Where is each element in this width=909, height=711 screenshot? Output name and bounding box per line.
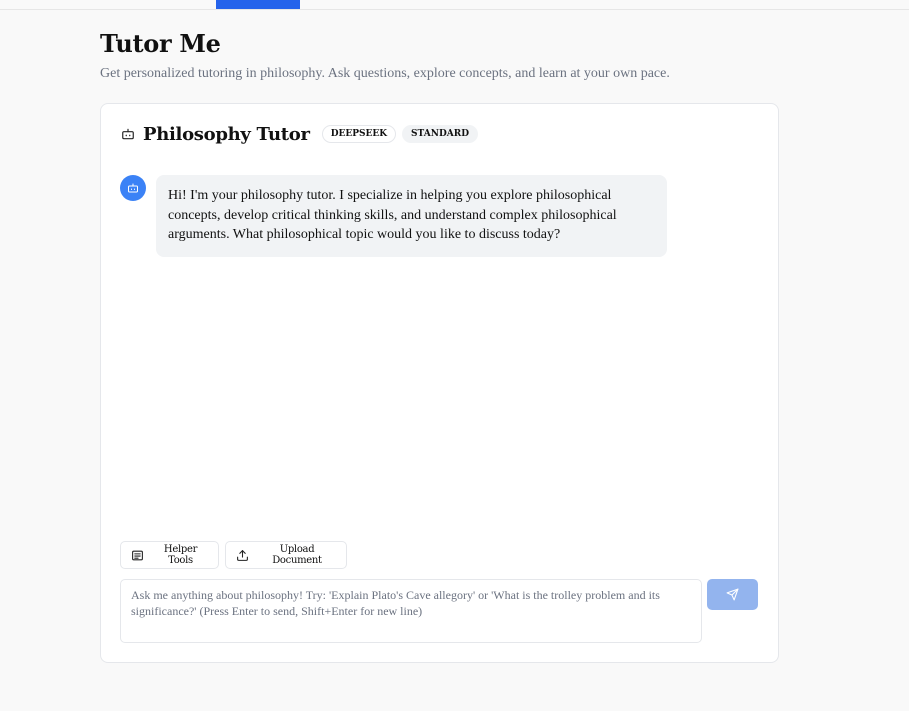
assistant-avatar — [120, 175, 146, 201]
helper-tools-label: Helper Tools — [163, 544, 198, 566]
upload-document-button[interactable]: Upload Document — [225, 541, 347, 569]
upload-icon — [236, 549, 249, 562]
send-button[interactable] — [707, 579, 758, 610]
bot-icon — [121, 127, 135, 141]
tutor-title: Philosophy Tutor — [143, 123, 310, 145]
mode-badge: STANDARD — [402, 125, 479, 143]
chat-header: Philosophy Tutor DEEPSEEK STANDARD — [121, 123, 479, 145]
list-icon — [131, 549, 144, 562]
send-icon — [726, 588, 739, 601]
active-tab-indicator[interactable] — [216, 0, 300, 9]
upload-document-label: Upload Document — [272, 544, 322, 566]
chat-input[interactable] — [120, 579, 702, 643]
chat-card: Philosophy Tutor DEEPSEEK STANDARD Hi! I… — [100, 103, 779, 663]
page-title: Tutor Me — [100, 29, 221, 58]
bot-icon — [127, 182, 139, 194]
page-subtitle: Get personalized tutoring in philosophy.… — [100, 66, 670, 81]
helper-tools-button[interactable]: Helper Tools — [120, 541, 219, 569]
model-badge: DEEPSEEK — [321, 125, 397, 143]
top-nav-bar — [0, 0, 909, 10]
assistant-message: Hi! I'm your philosophy tutor. I special… — [156, 175, 667, 257]
